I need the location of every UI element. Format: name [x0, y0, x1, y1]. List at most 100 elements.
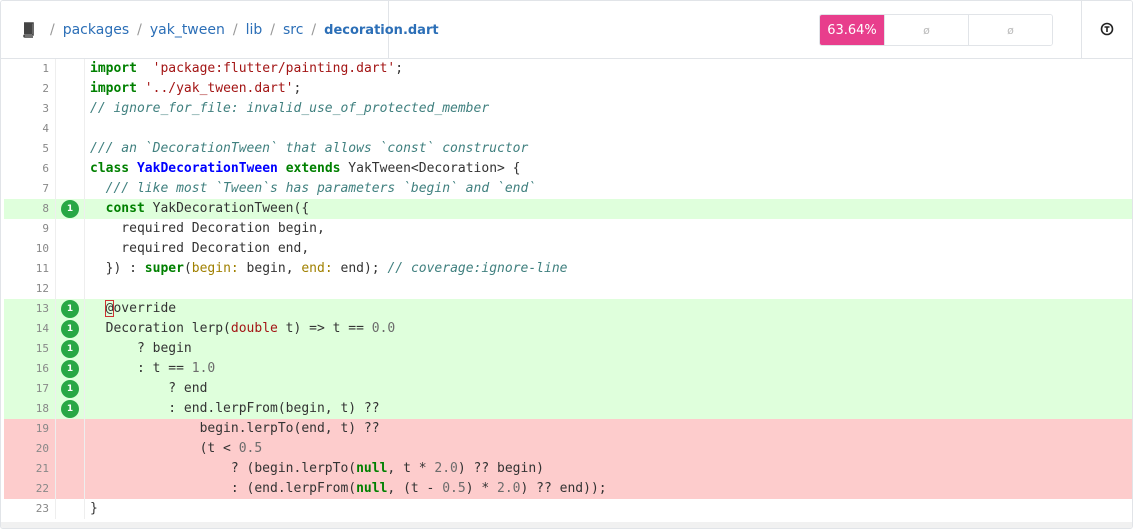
line-number[interactable]: 6	[4, 159, 56, 179]
hit-count-cell	[56, 99, 85, 119]
code-line: 14 1 Decoration lerp(double t) => t == 0.…	[4, 319, 1132, 339]
hit-count-badge: 1	[61, 360, 79, 378]
line-number[interactable]: 4	[4, 119, 56, 139]
hit-count-cell	[56, 79, 85, 99]
circle-toggle-icon	[1100, 21, 1114, 40]
line-number[interactable]: 3	[4, 99, 56, 119]
hit-count-badge: 1	[61, 320, 79, 338]
source-code: /// like most `Tween`s has parameters `b…	[85, 179, 1132, 199]
line-number[interactable]: 9	[4, 219, 56, 239]
line-number[interactable]: 16	[4, 359, 56, 379]
code-line: 11 }) : super(begin: begin, end: end); /…	[4, 259, 1132, 279]
breadcrumb-link-lib[interactable]: lib	[246, 22, 263, 38]
hit-count-cell	[56, 459, 85, 479]
breadcrumb-current-file: decoration.dart	[324, 22, 439, 38]
code-line: 16 1 : t == 1.0	[4, 359, 1132, 379]
line-number[interactable]: 21	[4, 459, 56, 479]
code-token: YakTween<Decoration> {	[340, 161, 521, 176]
source-code: const YakDecorationTween({	[85, 199, 1132, 219]
hit-count-cell: 1	[56, 319, 85, 339]
code-line: 4	[4, 119, 1132, 139]
source-code: ? end	[85, 379, 1132, 399]
code-token: /// like most `Tween`s has parameters `b…	[90, 181, 537, 196]
code-line: 1 import 'package:flutter/painting.dart';	[4, 59, 1132, 79]
hit-count-cell	[56, 59, 85, 79]
code-token: , t *	[387, 461, 435, 476]
line-number[interactable]: 13	[4, 299, 56, 319]
coverage-summary: 63.64% ø ø	[819, 14, 1053, 46]
hit-count-cell: 1	[56, 359, 85, 379]
code-token: // ignore_for_file: invalid_use_of_prote…	[90, 101, 490, 116]
code-token: end:	[301, 261, 333, 276]
source-code: : t == 1.0	[85, 359, 1132, 379]
code-token: const	[105, 201, 145, 216]
code-token: 0.0	[371, 321, 396, 336]
code-token: begin:	[191, 261, 239, 276]
breadcrumb-link-src[interactable]: src	[283, 22, 303, 38]
breadcrumb-link-packages[interactable]: packages	[63, 22, 129, 38]
line-number[interactable]: 5	[4, 139, 56, 159]
code-line: 2 import '../yak_tween.dart';	[4, 79, 1132, 99]
code-token: override	[113, 301, 177, 316]
code-token: end);	[332, 261, 388, 276]
code-line: 13 1 @override	[4, 299, 1132, 319]
line-number[interactable]: 20	[4, 439, 56, 459]
code-token: ;	[395, 61, 404, 76]
hit-count-cell	[56, 499, 85, 519]
breadcrumb: / packages / yak_tween / lib / src / dec…	[1, 1, 439, 59]
source-code: import 'package:flutter/painting.dart';	[85, 59, 1132, 79]
line-number[interactable]: 22	[4, 479, 56, 499]
file-header: / packages / yak_tween / lib / src / dec…	[1, 1, 1132, 59]
code-line: 18 1 : end.lerpFrom(begin, t) ??	[4, 399, 1132, 419]
code-token: ) ?? end));	[520, 481, 607, 496]
breadcrumb-link-yak-tween[interactable]: yak_tween	[150, 22, 225, 38]
hit-count-cell: 1	[56, 199, 85, 219]
source-code: // ignore_for_file: invalid_use_of_prote…	[85, 99, 1132, 119]
source-code: import '../yak_tween.dart';	[85, 79, 1132, 99]
line-number[interactable]: 11	[4, 259, 56, 279]
line-number[interactable]: 15	[4, 339, 56, 359]
toggle-button[interactable]	[1081, 1, 1132, 59]
line-number[interactable]: 1	[4, 59, 56, 79]
hit-count-cell	[56, 439, 85, 459]
breadcrumb-separator: /	[311, 22, 317, 38]
line-number[interactable]: 8	[4, 199, 56, 219]
code-token: 2.0	[497, 481, 521, 496]
code-token: : end.lerpFrom(begin, t) ??	[90, 401, 380, 416]
hit-count-cell: 1	[56, 379, 85, 399]
hit-count-cell: 1	[56, 299, 85, 319]
code-token: 'package:flutter/painting.dart'	[152, 61, 396, 76]
hit-count-cell	[56, 159, 85, 179]
code-token: YakDecorationTween({	[144, 201, 310, 216]
code-token: null	[356, 461, 388, 476]
breadcrumb-separator: /	[232, 22, 238, 38]
source-code	[85, 279, 1132, 299]
code-token: YakDecorationTween	[136, 161, 278, 176]
code-token: }	[90, 501, 98, 516]
line-number[interactable]: 2	[4, 79, 56, 99]
line-number[interactable]: 12	[4, 279, 56, 299]
line-number[interactable]: 7	[4, 179, 56, 199]
horizontal-scrollbar[interactable]	[1, 522, 1132, 528]
code-token: 0.5	[238, 441, 263, 456]
code-line: 10 required Decoration end,	[4, 239, 1132, 259]
line-number[interactable]: 23	[4, 499, 56, 519]
code-token: : t ==	[90, 361, 192, 376]
code-token: }) :	[90, 261, 145, 276]
code-line: 23}	[4, 499, 1132, 519]
line-number[interactable]: 17	[4, 379, 56, 399]
line-number[interactable]: 18	[4, 399, 56, 419]
source-code: class YakDecorationTween extends YakTwee…	[85, 159, 1132, 179]
code-token: 1.0	[191, 361, 216, 376]
line-number[interactable]: 10	[4, 239, 56, 259]
code-token: : (end.lerpFrom(	[90, 481, 357, 496]
code-line: 9 required Decoration begin,	[4, 219, 1132, 239]
code-line: 21 ? (begin.lerpTo(null, t * 2.0) ?? beg…	[4, 459, 1132, 479]
line-number[interactable]: 19	[4, 419, 56, 439]
hit-count-cell	[56, 219, 85, 239]
source-code: (t < 0.5	[85, 439, 1132, 459]
line-number[interactable]: 14	[4, 319, 56, 339]
